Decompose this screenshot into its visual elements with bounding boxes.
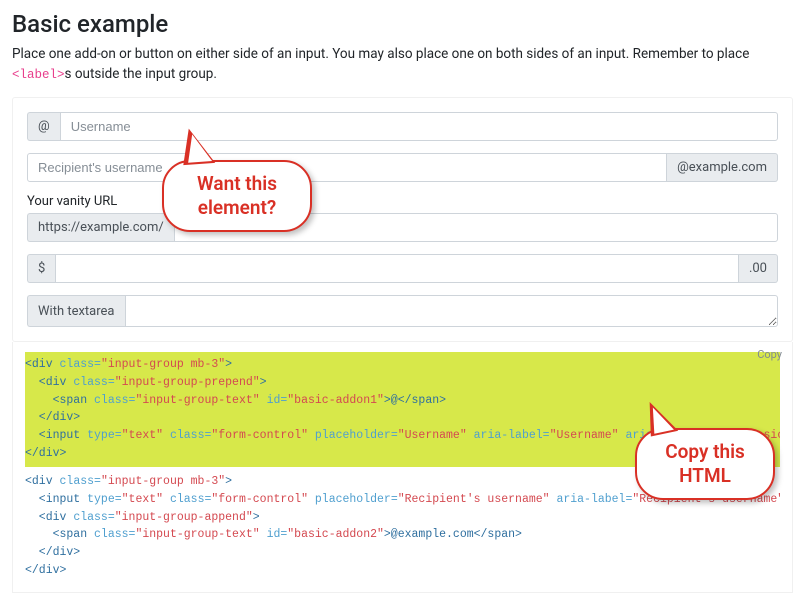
annotation-bubble-want: Want this element? <box>162 160 312 232</box>
bubble-tail-icon <box>181 127 215 165</box>
input-group-recipient: @example.com <box>27 153 778 182</box>
desc-text-a: Place one add-on or button on either sid… <box>12 46 749 62</box>
vanity-url-label: Your vanity URL <box>27 194 778 209</box>
example-panel: @ @example.com Your vanity URL https://e… <box>12 97 793 342</box>
section-title: Basic example <box>12 10 793 38</box>
bubble2-line1: Copy this <box>665 440 745 463</box>
input-group-vanity: https://example.com/ <box>27 213 778 242</box>
addon-textarea-label: With textarea <box>27 295 125 327</box>
currency-input[interactable] <box>55 254 739 283</box>
addon-cents: .00 <box>739 254 778 283</box>
bubble1-line2: element? <box>198 196 276 219</box>
addon-vanity-prefix: https://example.com/ <box>27 213 174 242</box>
input-group-username: @ <box>27 112 778 141</box>
section-description: Place one add-on or button on either sid… <box>12 44 793 85</box>
input-group-textarea: With textarea <box>27 295 778 327</box>
input-group-currency: $ .00 <box>27 254 778 283</box>
recipient-input[interactable] <box>27 153 667 182</box>
bubble2-line2: HTML <box>679 464 731 487</box>
annotation-bubble-copy: Copy this HTML <box>635 428 775 500</box>
copy-button[interactable]: Copy <box>757 348 782 361</box>
username-input[interactable] <box>60 112 778 141</box>
textarea-input[interactable] <box>125 295 778 327</box>
addon-dollar: $ <box>27 254 55 283</box>
label-code-tag: <label> <box>12 68 65 82</box>
bubble1-line1: Want this <box>197 172 277 195</box>
addon-example-domain: @example.com <box>667 153 778 182</box>
addon-at: @ <box>27 112 60 141</box>
desc-text-b: s outside the input group. <box>65 66 217 82</box>
